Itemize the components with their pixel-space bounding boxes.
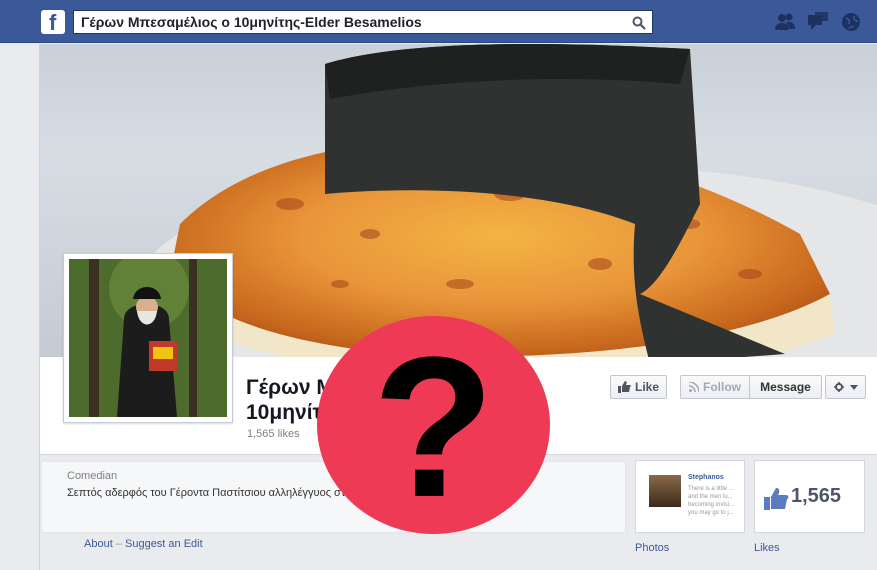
question-mark-overlay: ? <box>317 316 550 534</box>
left-gutter <box>0 44 40 570</box>
thumbs-up-icon <box>617 381 631 393</box>
profile-picture-frame[interactable] <box>63 253 233 423</box>
top-navigation-bar: f Γέρων Μπεσαμέλιος ο 10μηνίτης-Elder Be… <box>0 0 877 43</box>
post-author-name: Stephanos <box>688 474 724 481</box>
page-description: Σεπτός αδερφός του Γέροντα Παστίτσιου αλ… <box>67 487 369 499</box>
link-separator: – <box>115 538 122 550</box>
chevron-down-icon <box>849 384 858 390</box>
about-links: About – Suggest an Edit <box>84 538 203 550</box>
notifications-globe-icon[interactable] <box>840 12 862 32</box>
post-snippet: There is a little ... and the men lu... … <box>688 486 735 516</box>
photos-link[interactable]: Photos <box>635 542 669 554</box>
gear-icon <box>833 382 844 392</box>
messages-icon[interactable] <box>807 12 829 32</box>
follow-button[interactable]: Follow <box>680 375 749 399</box>
post-author-avatar <box>649 475 681 507</box>
likes-total: 1,565 <box>791 485 842 507</box>
facebook-logo-icon[interactable]: f <box>41 10 65 35</box>
rss-icon <box>689 382 699 392</box>
likes-tile[interactable]: 1,565 <box>754 460 865 533</box>
photos-tile[interactable]: Stephanos There is a little ... and the … <box>635 460 745 533</box>
friend-requests-icon[interactable] <box>774 12 796 32</box>
question-mark-symbol: ? <box>372 316 495 539</box>
like-button[interactable]: Like <box>610 375 667 399</box>
message-button-label: Message <box>760 380 811 394</box>
page-category: Comedian <box>67 470 118 482</box>
like-button-label: Like <box>634 380 659 394</box>
thumbs-up-icon <box>764 488 789 510</box>
page-likes-count: 1,565 likes <box>247 428 300 440</box>
message-button[interactable]: Message <box>749 375 822 399</box>
profile-picture[interactable] <box>69 259 227 417</box>
search-input[interactable]: Γέρων Μπεσαμέλιος ο 10μηνίτης-Elder Besa… <box>81 14 422 30</box>
suggest-edit-link[interactable]: Suggest an Edit <box>125 538 203 550</box>
about-link[interactable]: About <box>84 538 113 550</box>
search-box[interactable]: Γέρων Μπεσαμέλιος ο 10μηνίτης-Elder Besa… <box>73 10 653 34</box>
likes-link[interactable]: Likes <box>754 542 780 554</box>
settings-dropdown-button[interactable] <box>825 375 866 399</box>
search-icon[interactable] <box>632 16 646 30</box>
follow-button-label: Follow <box>703 380 741 394</box>
